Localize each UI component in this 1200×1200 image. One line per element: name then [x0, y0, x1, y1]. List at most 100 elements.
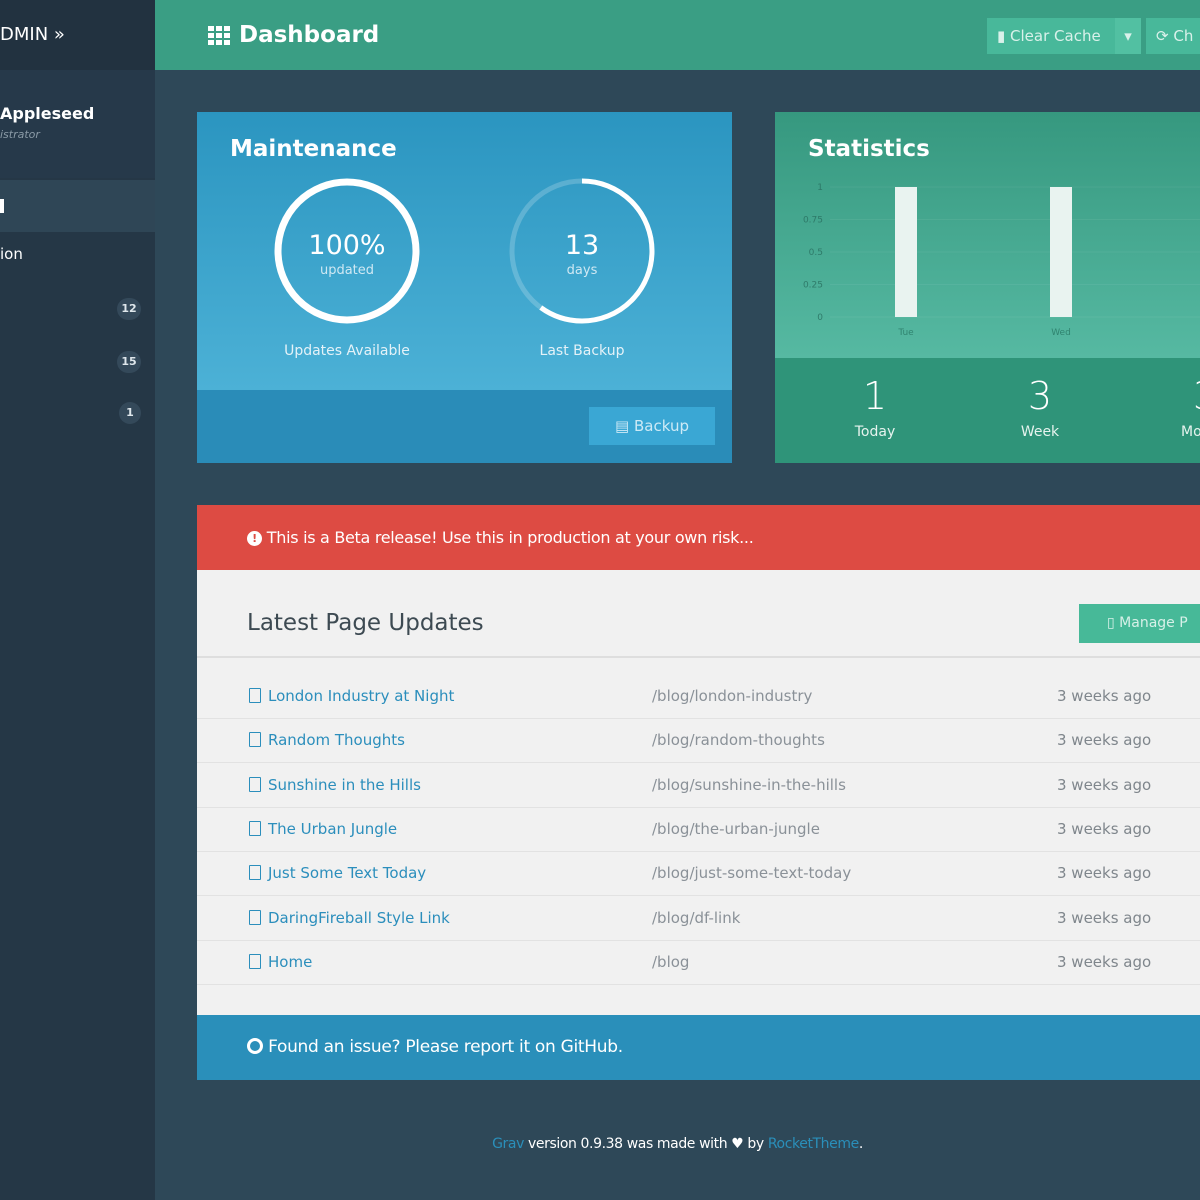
y-tick-label: 1 [817, 183, 823, 193]
sidebar-item-themes[interactable]: 1 [0, 394, 155, 434]
week-label: Week [1020, 424, 1060, 440]
page-updated-time: 3 weeks ago [1057, 775, 1152, 794]
manage-pages-label: Manage P [1119, 615, 1188, 631]
table-row[interactable]: The Urban Jungle/blog/the-urban-jungle 3 … [197, 808, 1200, 852]
backup-button-label: Backup [633, 417, 689, 435]
latest-updates-title: Latest Page Updates [247, 610, 484, 636]
sidebar-brand[interactable]: DMIN » [0, 0, 155, 70]
github-issue-bar[interactable]: Found an issue? Please report it on GitH… [197, 1015, 1200, 1080]
page-updated-time: 3 weeks ago [1057, 731, 1152, 750]
backup-value: 13 [564, 230, 600, 261]
x-tick-label: Tue [897, 328, 914, 338]
user-name: Appleseed [0, 104, 95, 123]
page-route: /blog/random-thoughts [652, 731, 825, 750]
page-updated-time: 3 weeks ago [1057, 819, 1152, 838]
week-value: 3 [1027, 374, 1053, 418]
issue-text: Found an issue? Please report it on GitH… [268, 1037, 623, 1057]
file-icon [249, 909, 261, 925]
count-badge: 1 [119, 402, 141, 424]
check-updates-button[interactable]: ⟳ Ch [1146, 18, 1200, 54]
top-header: Dashboard ▮ Clear Cache ▾ ⟳ Ch [155, 0, 1200, 70]
count-badge: 15 [117, 351, 141, 373]
page-updated-time: 3 weeks ago [1057, 864, 1152, 883]
clipboard-icon: ▤ [615, 417, 634, 435]
file-icon [249, 865, 261, 881]
file-icon: ▯ [1107, 615, 1120, 631]
file-icon [249, 820, 261, 836]
y-tick-label: 0.5 [809, 248, 823, 258]
statistics-title: Statistics [808, 136, 930, 162]
updates-value: 100% [308, 230, 386, 261]
backup-unit: days [566, 263, 598, 278]
backup-label: Last Backup [539, 343, 625, 359]
page-title: Dashboard [239, 22, 380, 48]
heart-icon: ♥ [731, 1136, 744, 1152]
y-tick-label: 0 [817, 313, 823, 323]
table-row[interactable]: DaringFireball Style Link/blog/df-link 3 … [197, 897, 1200, 941]
month-value: 3 [1193, 374, 1200, 418]
clear-cache-label: Clear Cache [1010, 27, 1101, 45]
x-tick-label: Wed [1051, 328, 1071, 338]
file-icon [249, 776, 261, 792]
backup-button[interactable]: ▤ Backup [589, 407, 715, 445]
page-title-link[interactable]: Sunshine in the Hills [249, 776, 421, 794]
today-label: Today [854, 424, 896, 440]
maintenance-title: Maintenance [230, 136, 397, 162]
page-updated-time: 3 weeks ago [1057, 952, 1152, 971]
check-updates-label: Ch [1173, 27, 1194, 45]
page-title-link[interactable]: DaringFireball Style Link [249, 909, 450, 927]
table-row[interactable]: Just Some Text Today/blog/just-some-text… [197, 852, 1200, 897]
clear-cache-dropdown[interactable]: ▾ [1115, 18, 1141, 54]
latest-updates-panel: Latest Page Updates ▯ Manage P London In… [197, 570, 1200, 1015]
table-row[interactable]: Sunshine in the Hills/blog/sunshine-in-t… [197, 764, 1200, 808]
page-title-link[interactable]: Random Thoughts [249, 731, 405, 749]
grav-link[interactable]: Grav [492, 1136, 524, 1152]
grid-icon [208, 25, 230, 45]
page-route: /blog [652, 952, 690, 971]
page-route: /blog/sunshine-in-the-hills [652, 775, 846, 794]
table-row[interactable]: Random Thoughts/blog/random-thoughts 3 we… [197, 719, 1200, 764]
page-title-link[interactable]: Home [249, 953, 312, 971]
bar-tue [895, 187, 917, 317]
beta-alert: ! This is a Beta release! Use this in pr… [197, 505, 1200, 570]
page-updated-time: 3 weeks ago [1057, 687, 1152, 705]
updates-label: Updates Available [284, 343, 410, 359]
count-badge: 12 [117, 298, 141, 320]
footer-text: version 0.9.38 was made with [523, 1136, 732, 1152]
trash-icon: ▮ [997, 27, 1011, 45]
sidebar-item-dashboard[interactable] [0, 180, 155, 232]
page-route: /blog/df-link [652, 908, 741, 927]
sidebar-item-pages[interactable]: 12 [0, 290, 155, 330]
y-tick-label: 0.75 [803, 216, 823, 226]
page-route: /blog/just-some-text-today [652, 864, 852, 883]
sidebar: DMIN » Appleseed istrator ion 12 15 1 [0, 0, 155, 1200]
clear-cache-button[interactable]: ▮ Clear Cache [987, 18, 1115, 54]
alert-text: This is a Beta release! Use this in prod… [266, 528, 754, 547]
page-title-link[interactable]: The Urban Jungle [249, 820, 397, 838]
statistics-chart: 0 0.25 0.5 0.75 1 Tue Wed [803, 183, 1200, 338]
sidebar-item-plugins[interactable]: 15 [0, 342, 155, 382]
refresh-icon: ⟳ [1156, 27, 1174, 45]
file-icon [249, 953, 261, 969]
file-icon [249, 688, 261, 703]
user-profile[interactable]: Appleseed istrator [0, 70, 155, 178]
page-title-link[interactable]: London Industry at Night [249, 687, 454, 705]
y-tick-label: 0.25 [803, 281, 823, 291]
user-role: istrator [0, 128, 40, 141]
sidebar-item-configuration[interactable]: ion [0, 245, 23, 263]
updates-unit: updated [319, 263, 375, 278]
page-title-link[interactable]: Just Some Text Today [249, 864, 426, 882]
table-row[interactable]: Home/blog 3 weeks ago [197, 941, 1200, 985]
manage-pages-button[interactable]: ▯ Manage P [1079, 604, 1200, 643]
month-label: Mo [1181, 424, 1200, 440]
page-route: /blog/the-urban-jungle [652, 819, 820, 838]
footer: Grav version 0.9.38 was made with ♥ by R… [155, 1136, 1200, 1152]
page-updated-time: 3 weeks ago [1057, 908, 1152, 927]
page-route: /blog/london-industry [652, 687, 813, 705]
rockettheme-link[interactable]: RocketTheme [768, 1136, 859, 1152]
today-value: 1 [862, 374, 888, 418]
table-row[interactable]: London Industry at Night/blog/london-ind… [197, 675, 1200, 719]
statistics-card: Statistics 0 0.25 0.5 0.75 1 Tue Wed 1 Today 3… [775, 112, 1200, 463]
caret-down-icon: ▾ [1124, 27, 1132, 45]
footer-by: by [743, 1136, 768, 1152]
